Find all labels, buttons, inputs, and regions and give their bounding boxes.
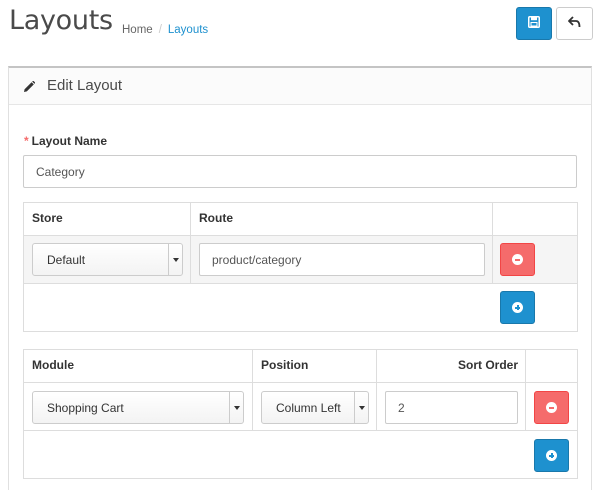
pencil-icon xyxy=(23,80,36,98)
module-column-header: Module xyxy=(32,358,74,372)
panel-title: Edit Layout xyxy=(47,77,123,94)
sort-order-column-header: Sort Order xyxy=(457,358,518,372)
caret-down-icon xyxy=(354,392,368,423)
plus-circle-icon xyxy=(512,302,523,313)
panel-heading: Edit Layout xyxy=(9,68,591,105)
store-select-value: Default xyxy=(47,252,86,267)
remove-route-button[interactable] xyxy=(500,243,535,276)
add-route-button[interactable] xyxy=(500,291,535,324)
store-column-header: Store xyxy=(32,211,63,225)
minus-circle-icon xyxy=(512,254,523,265)
save-icon xyxy=(528,15,540,33)
required-mark: * xyxy=(24,134,29,148)
caret-down-icon xyxy=(168,244,182,275)
store-select[interactable]: Default xyxy=(32,243,183,276)
caret-down-icon xyxy=(229,392,243,423)
reply-icon xyxy=(568,15,581,33)
back-button[interactable] xyxy=(556,7,593,40)
breadcrumb-home[interactable]: Home xyxy=(122,24,153,36)
layout-name-label: * Layout Name xyxy=(24,134,108,148)
module-select-value: Shopping Cart xyxy=(47,400,124,415)
position-select-value: Column Left xyxy=(276,400,341,415)
plus-circle-icon xyxy=(546,450,557,461)
route-column-header: Route xyxy=(199,211,233,225)
breadcrumb-layouts[interactable]: Layouts xyxy=(168,24,208,36)
page-header: Layouts Home / Layouts xyxy=(0,0,600,68)
module-select[interactable]: Shopping Cart xyxy=(32,391,244,424)
layout-name-input[interactable]: Category xyxy=(23,155,577,188)
remove-module-button[interactable] xyxy=(534,391,569,424)
page-title: Layouts xyxy=(9,5,113,36)
sort-order-input[interactable]: 2 xyxy=(385,391,518,424)
position-column-header: Position xyxy=(261,358,309,372)
position-select[interactable]: Column Left xyxy=(261,391,369,424)
add-module-button[interactable] xyxy=(534,439,569,472)
route-input[interactable]: product/category xyxy=(199,243,485,276)
breadcrumb-separator: / xyxy=(158,24,162,36)
breadcrumb: Home / Layouts xyxy=(122,24,208,36)
save-button[interactable] xyxy=(516,7,552,40)
minus-circle-icon xyxy=(546,402,557,413)
